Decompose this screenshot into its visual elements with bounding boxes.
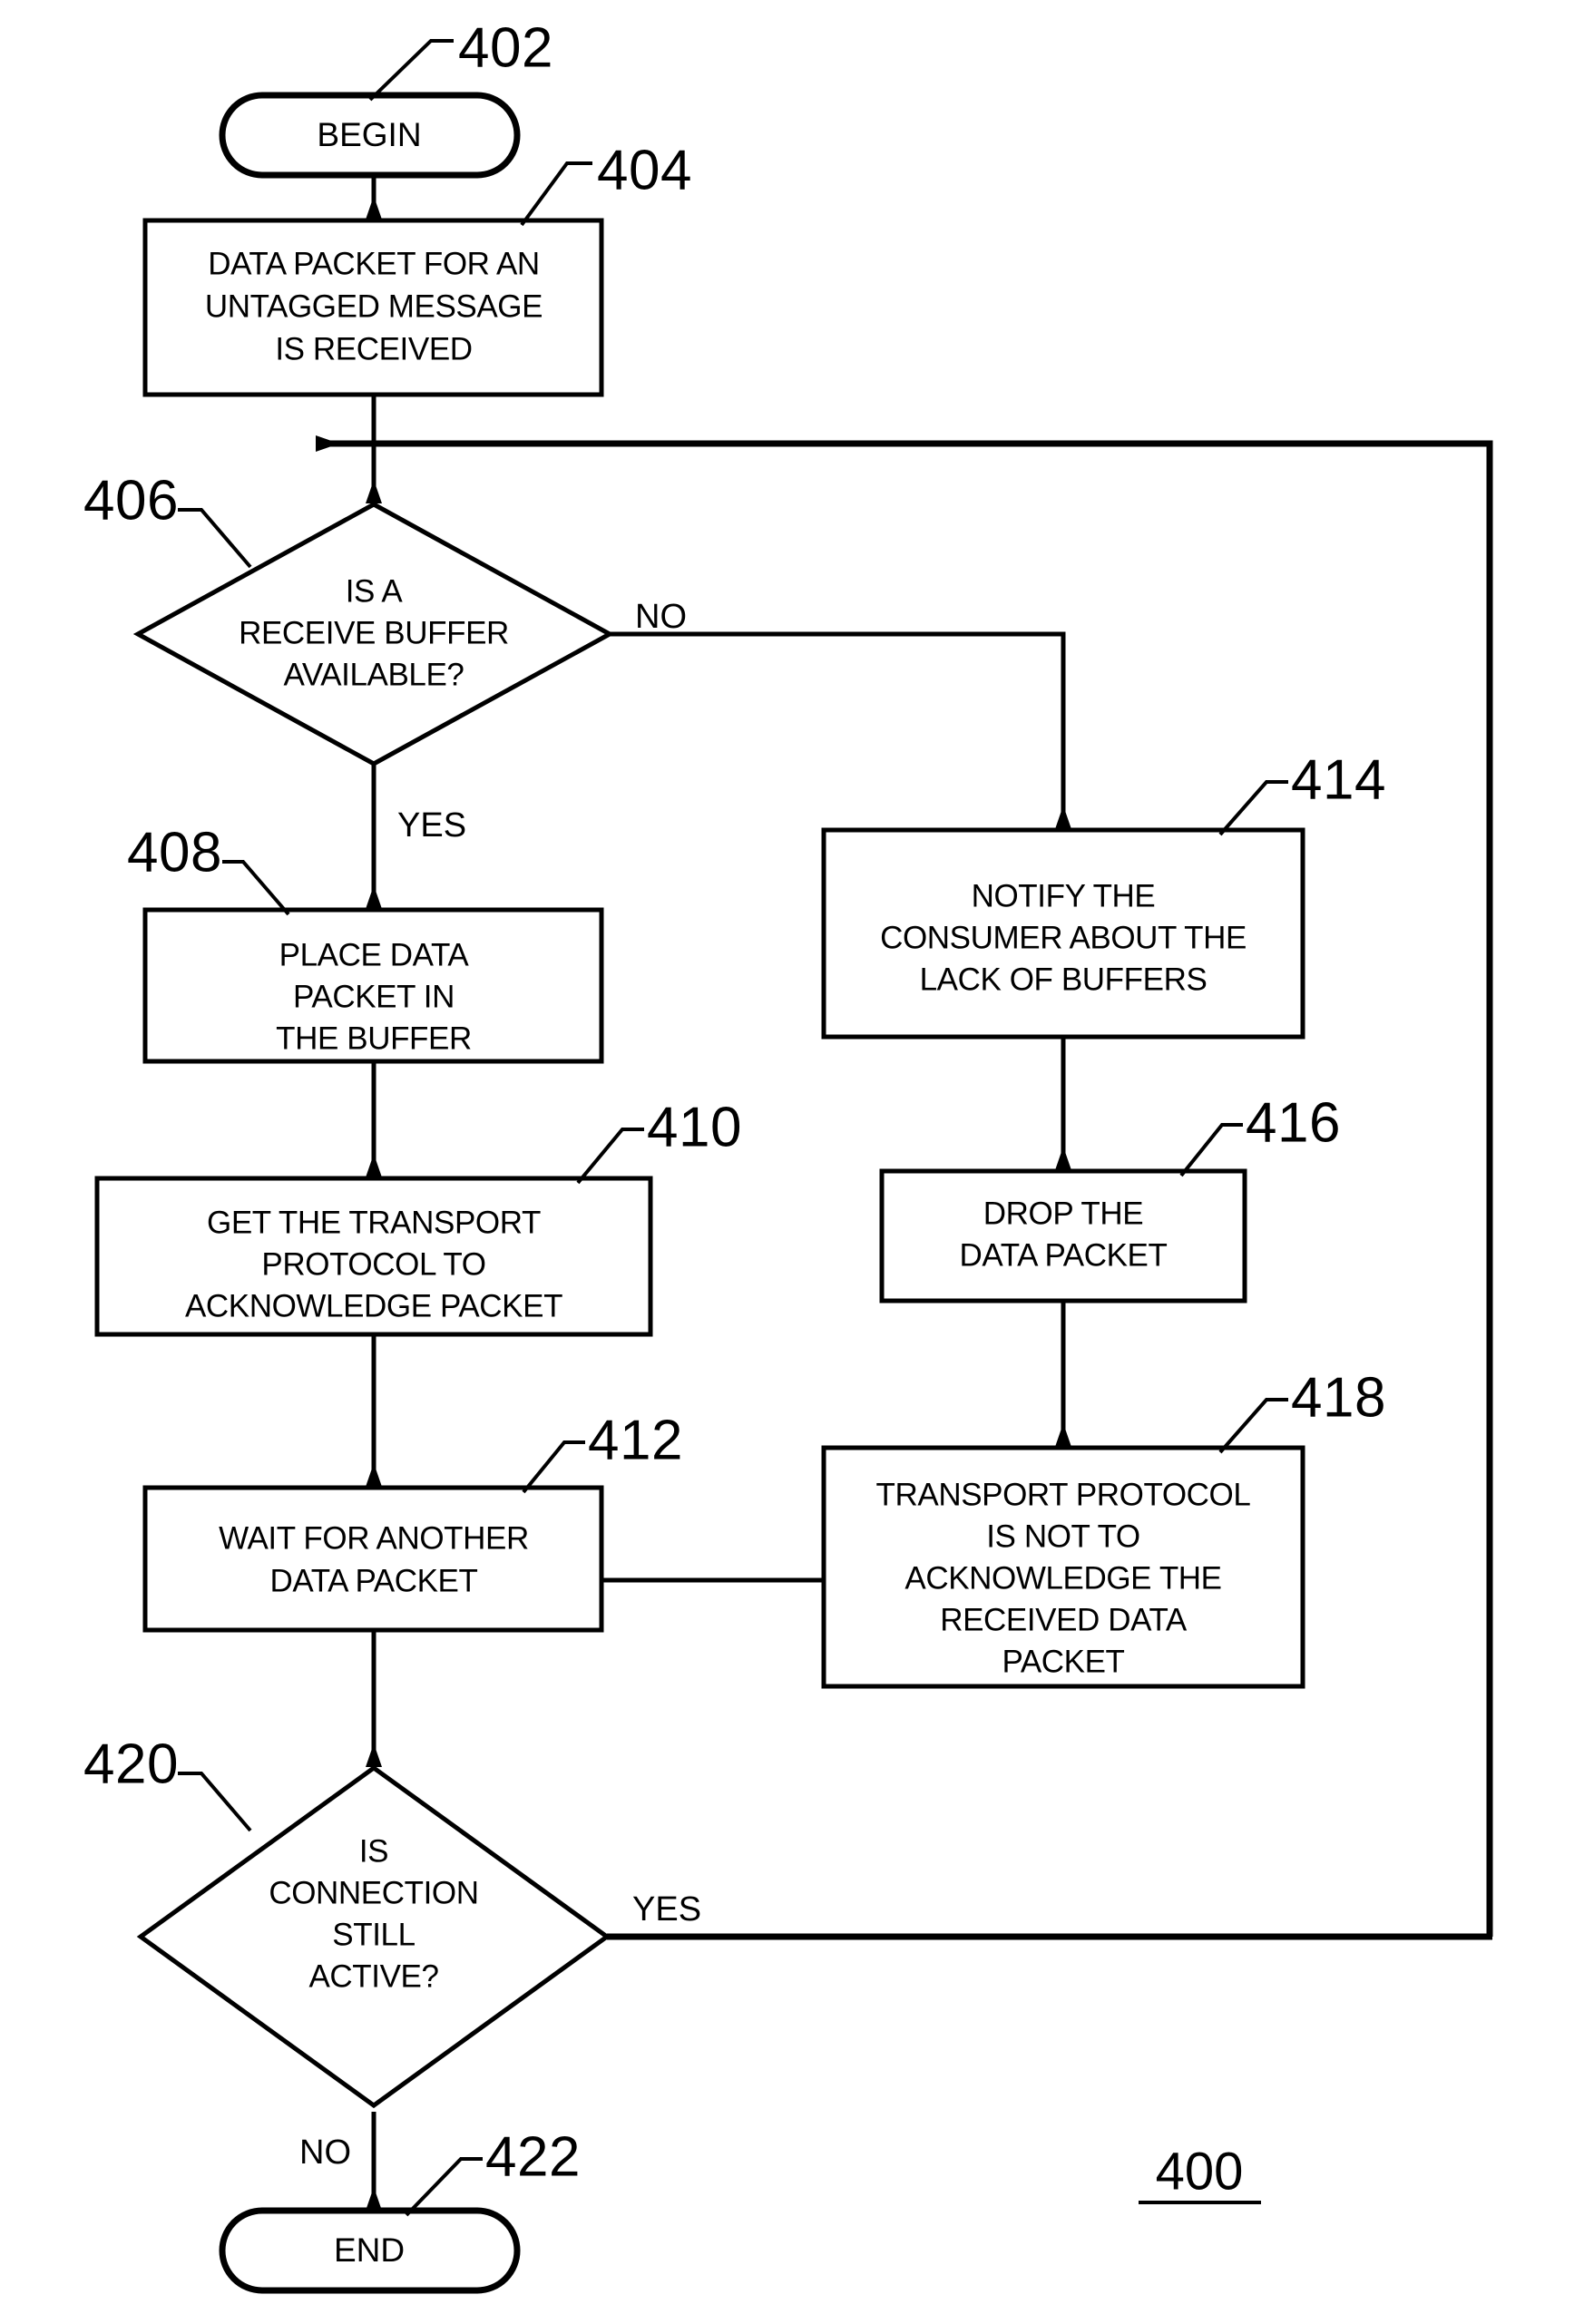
refnum-420: 420 <box>83 1733 179 1795</box>
refnum-422: 422 <box>485 2125 581 2188</box>
node-418-line-4: RECEIVED DATA <box>940 1602 1188 1637</box>
branch-label-420-yes: YES <box>632 1890 701 1929</box>
refnum-418: 418 <box>1291 1366 1386 1429</box>
node-408-line-1: PLACE DATA <box>279 937 470 972</box>
leader-414 <box>1218 780 1288 836</box>
node-412-line-1: WAIT FOR ANOTHER <box>219 1520 529 1556</box>
node-418-line-1: TRANSPORT PROTOCOL <box>876 1477 1251 1512</box>
connector-406-no-to-414 <box>610 631 1071 829</box>
leader-412 <box>522 1440 585 1494</box>
refnum-410: 410 <box>647 1096 742 1158</box>
refnum-412: 412 <box>588 1409 683 1471</box>
node-408-line-3: THE BUFFER <box>276 1020 472 1056</box>
figure-label: 400 <box>1156 2142 1244 2201</box>
branch-label-420-no: NO <box>299 2134 351 2172</box>
node-414-line-1: NOTIFY THE <box>972 878 1156 913</box>
refnum-414: 414 <box>1291 748 1386 811</box>
refnum-406: 406 <box>83 469 179 532</box>
refnum-404: 404 <box>597 139 692 201</box>
node-418-line-2: IS NOT TO <box>986 1518 1140 1554</box>
node-404-line-2: UNTAGGED MESSAGE <box>205 288 543 324</box>
node-408-line-2: PACKET IN <box>293 979 455 1014</box>
leader-402 <box>368 39 454 102</box>
branch-label-406-no: NO <box>635 598 687 636</box>
node-414-line-2: CONSUMER ABOUT THE <box>880 920 1247 955</box>
leader-408 <box>222 860 290 916</box>
leader-420 <box>178 1772 252 1832</box>
node-412-wait-for-packet <box>142 1485 604 1633</box>
leader-410 <box>576 1128 644 1185</box>
node-416-line-2: DATA PACKET <box>960 1237 1168 1273</box>
node-404-line-3: IS RECEIVED <box>275 331 472 366</box>
node-418-line-3: ACKNOWLEDGE THE <box>904 1560 1221 1596</box>
node-410-line-2: PROTOCOL TO <box>261 1246 485 1282</box>
flowchart-canvas: BEGIN DATA PACKET FOR AN UNTAGGED MESSAG… <box>83 16 1493 2294</box>
node-416-drop-data-packet <box>879 1168 1247 1304</box>
node-406-line-2: RECEIVE BUFFER <box>239 615 509 650</box>
node-406-line-1: IS A <box>346 573 404 609</box>
refnum-402: 402 <box>458 16 553 79</box>
node-418-line-5: PACKET <box>1002 1644 1124 1679</box>
leader-406 <box>178 508 252 569</box>
refnum-408: 408 <box>127 821 222 884</box>
branch-label-406-yes: YES <box>397 806 466 845</box>
node-420-line-3: STILL <box>332 1917 415 1952</box>
node-410-line-3: ACKNOWLEDGE PACKET <box>185 1288 562 1323</box>
leader-416 <box>1179 1123 1243 1177</box>
node-412-line-2: DATA PACKET <box>270 1563 478 1598</box>
node-420-line-2: CONNECTION <box>269 1875 478 1910</box>
node-420-line-4: ACTIVE? <box>308 1958 438 1994</box>
refnum-416: 416 <box>1246 1091 1341 1154</box>
leader-418 <box>1218 1398 1288 1454</box>
node-416-line-1: DROP THE <box>983 1196 1143 1231</box>
flowchart-page: BEGIN DATA PACKET FOR AN UNTAGGED MESSAG… <box>0 0 1584 2324</box>
leader-404 <box>520 161 592 227</box>
node-420-line-1: IS <box>359 1833 388 1869</box>
leader-422 <box>405 2157 483 2217</box>
node-end-label: END <box>334 2231 405 2269</box>
node-404-line-1: DATA PACKET FOR AN <box>208 246 540 281</box>
node-414-line-3: LACK OF BUFFERS <box>920 962 1208 997</box>
node-406-line-3: AVAILABLE? <box>284 657 464 692</box>
node-begin-label: BEGIN <box>317 116 421 153</box>
node-410-line-1: GET THE TRANSPORT <box>207 1205 541 1240</box>
